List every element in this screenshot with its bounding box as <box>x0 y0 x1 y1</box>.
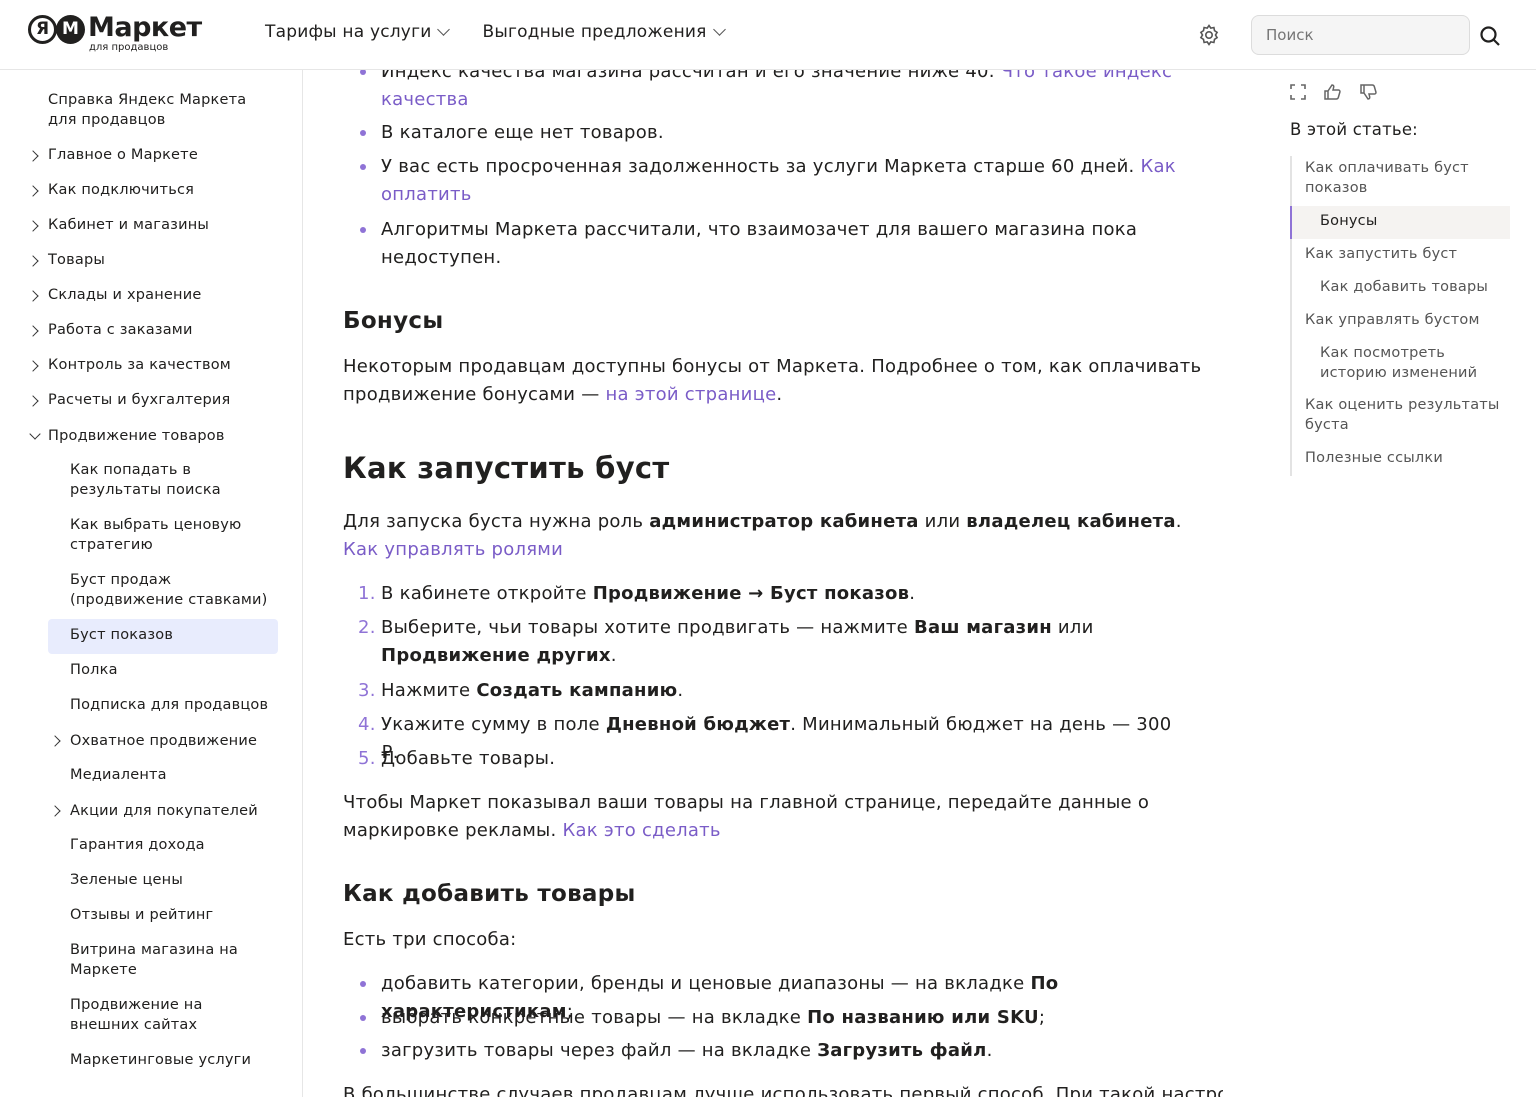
toc-item[interactable]: Полезные ссылки <box>1305 448 1443 468</box>
logo-subtitle: для продавцов <box>89 42 169 53</box>
sidebar-subitem-search[interactable]: Как попадать в результаты поиска <box>70 460 280 500</box>
thumbs-down-icon[interactable] <box>1360 84 1378 100</box>
sidebar-subitem-subscription[interactable]: Подписка для продавцов <box>70 695 268 715</box>
sidebar-subitem-views-boost[interactable]: Буст показов <box>70 625 173 645</box>
article-tools <box>1290 84 1378 100</box>
gear-icon[interactable] <box>1197 23 1221 47</box>
marking-paragraph: Чтобы Маркет показывал ваши товары на гл… <box>343 792 1150 841</box>
nav-tariffs-label: Тарифы на услуги <box>265 22 432 42</box>
list-item: В каталоге еще нет товаров. <box>360 119 1191 147</box>
top-nav: Тарифы на услуги Выгодные предложения <box>265 22 726 42</box>
step-item: 3. Нажмите Создать кампанию. <box>358 680 684 701</box>
sidebar-subitem-reviews[interactable]: Отзывы и рейтинг <box>70 905 213 925</box>
list-item: выбрать конкретные товары — на вкладке П… <box>360 1004 1191 1032</box>
chevron-right-icon[interactable] <box>49 805 61 817</box>
toc-item[interactable]: Как добавить товары <box>1320 277 1488 297</box>
heading-add-goods: Как добавить товары <box>343 881 636 907</box>
step-item: 2. Выберите, чьи товары хотите продвигат… <box>358 617 1094 666</box>
sidebar-subitem-sales-boost[interactable]: Буст продаж (продвижение ставками) <box>70 570 280 610</box>
yandex-market-logo[interactable]: Я М Маркет для продавцов <box>28 12 218 57</box>
sidebar-item-goods[interactable]: Товары <box>48 250 105 270</box>
chevron-right-icon[interactable] <box>27 255 39 267</box>
sidebar-item-finance[interactable]: Расчеты и бухгалтерия <box>48 390 230 410</box>
sidebar-subitem-storefront[interactable]: Витрина магазина на Маркете <box>70 940 240 980</box>
bullet-dot <box>360 227 366 233</box>
toc-item-current[interactable]: Бонусы <box>1320 211 1378 231</box>
bullet-dot <box>360 981 366 987</box>
thumbs-up-icon[interactable] <box>1324 84 1342 100</box>
nav-tariffs[interactable]: Тарифы на услуги <box>265 22 451 42</box>
sidebar-subitem-marketing[interactable]: Маркетинговые услуги <box>70 1050 251 1070</box>
list-item: Алгоритмы Маркета рассчитали, что взаимо… <box>360 216 1191 272</box>
chevron-right-icon[interactable] <box>27 185 39 197</box>
toc-title: В этой статье: <box>1290 120 1418 139</box>
sidebar-item-connect[interactable]: Как подключиться <box>48 180 194 200</box>
chevron-down-icon <box>712 23 726 36</box>
sidebar-subitem-green-prices[interactable]: Зеленые цены <box>70 870 183 890</box>
toc-item[interactable]: Как посмотреть историю изменений <box>1320 343 1505 383</box>
bottom-paragraph: В большинстве случаев продавцам лучше ис… <box>343 1084 1223 1097</box>
sidebar-item-orders[interactable]: Работа с заказами <box>48 320 193 340</box>
sidebar-nav: Справка Яндекс Маркета для продавцов Гла… <box>0 70 303 1097</box>
sidebar-subitem-promos[interactable]: Акции для покупателей <box>70 801 258 821</box>
sidebar-item-quality[interactable]: Контроль за качеством <box>48 355 231 375</box>
sidebar-item-cabinet[interactable]: Кабинет и магазины <box>48 215 209 235</box>
step-item: 1. В кабинете откройте Продвижение → Бус… <box>358 583 916 604</box>
logo-word: Маркет <box>88 12 202 43</box>
chevron-right-icon[interactable] <box>27 150 39 162</box>
sidebar-subitem-external[interactable]: Продвижение на внешних сайтах <box>70 995 240 1035</box>
chevron-right-icon[interactable] <box>49 735 61 747</box>
search-input[interactable] <box>1251 15 1470 55</box>
toc-rail <box>1290 156 1292 476</box>
sidebar-subitem-income-guarantee[interactable]: Гарантия дохода <box>70 835 205 855</box>
heading-launch-boost: Как запустить буст <box>343 451 670 485</box>
toc-item[interactable]: Как оплачивать буст показов <box>1305 158 1505 198</box>
sidebar-title[interactable]: Справка Яндекс Маркета для продавцов <box>48 90 278 130</box>
launch-intro: Для запуска буста нужна роль администрат… <box>343 511 1182 560</box>
search-icon[interactable] <box>1478 24 1502 48</box>
chevron-right-icon[interactable] <box>27 360 39 372</box>
sidebar-subitem-shelf[interactable]: Полка <box>70 660 118 680</box>
list-item: загрузить товары через файл — на вкладке… <box>360 1037 1191 1065</box>
step-item: 5. Добавьте товары. <box>358 748 556 769</box>
bullet-dot <box>360 130 366 136</box>
sidebar-item-main[interactable]: Главное о Маркете <box>48 145 198 165</box>
chevron-right-icon[interactable] <box>27 290 39 302</box>
chevron-right-icon[interactable] <box>27 325 39 337</box>
sidebar-subitem-reach[interactable]: Охватное продвижение <box>70 731 257 751</box>
sidebar-item-promotion[interactable]: Продвижение товаров <box>48 426 225 446</box>
how-to-do-link[interactable]: Как это сделать <box>562 820 720 841</box>
bullet-dot <box>360 1015 366 1021</box>
toc-item[interactable]: Как оценить результаты буста <box>1305 395 1510 435</box>
heading-bonuses: Бонусы <box>343 308 444 334</box>
sidebar-subitem-medialenta[interactable]: Медиалента <box>70 765 167 785</box>
bullet-dot <box>360 164 366 170</box>
sidebar-subitem-price-strategy[interactable]: Как выбрать ценовую стратегию <box>70 515 280 555</box>
bonus-page-link[interactable]: на этой странице <box>605 384 776 405</box>
chevron-right-icon[interactable] <box>27 395 39 407</box>
list-item: У вас есть просроченная задолженность за… <box>360 153 1191 209</box>
sidebar-item-warehouses[interactable]: Склады и хранение <box>48 285 201 305</box>
manage-roles-link[interactable]: Как управлять ролями <box>343 539 563 560</box>
chevron-right-icon[interactable] <box>27 220 39 232</box>
toc-item[interactable]: Как управлять бустом <box>1305 310 1480 330</box>
chevron-down-icon[interactable] <box>29 428 41 440</box>
toc-item[interactable]: Как запустить буст <box>1305 244 1457 264</box>
chevron-down-icon <box>437 23 451 36</box>
nav-offers-label: Выгодные предложения <box>482 22 707 42</box>
top-header: Я М Маркет для продавцов Тарифы на услуг… <box>0 0 1536 70</box>
fullscreen-icon[interactable] <box>1290 84 1306 100</box>
add-intro: Есть три способа: <box>343 929 517 950</box>
nav-offers[interactable]: Выгодные предложения <box>482 22 726 42</box>
bonus-paragraph: Некоторым продавцам доступны бонусы от М… <box>343 356 1202 405</box>
bullet-dot <box>360 1048 366 1054</box>
